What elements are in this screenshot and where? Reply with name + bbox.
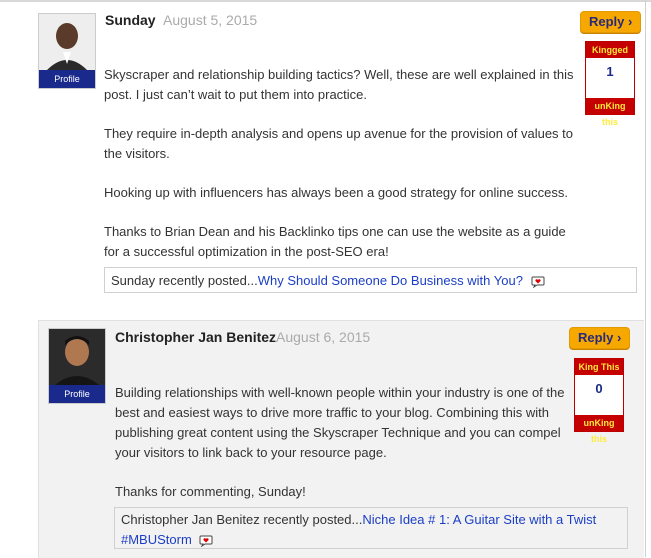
avatar-sunday[interactable]: Profile (38, 13, 96, 89)
comment-date[interactable]: August 6, 2015 (276, 329, 370, 345)
king-widget: King This 0 unKing this (574, 358, 624, 444)
recent-prefix: Sunday recently posted... (111, 273, 258, 288)
profile-button[interactable]: Profile (49, 385, 105, 403)
kingged-label[interactable]: Kingged (586, 42, 634, 58)
recent-post-link[interactable]: Why Should Someone Do Business with You? (258, 273, 523, 288)
king-count: 1 (606, 64, 614, 79)
king-count: 0 (595, 381, 603, 396)
recent-prefix: Christopher Jan Benitez recently posted.… (121, 512, 363, 527)
comment-author[interactable]: Sunday (105, 12, 156, 28)
reply-button[interactable]: Reply › (569, 327, 631, 349)
heart-speech-icon[interactable] (531, 276, 545, 288)
profile-button[interactable]: Profile (39, 70, 95, 88)
comment-paragraph: Skyscraper and relationship building tac… (104, 67, 574, 102)
unking-button[interactable]: unKing this (575, 415, 623, 444)
comment-paragraph: Building relationships with well-known p… (115, 385, 565, 460)
heart-speech-icon[interactable] (199, 535, 213, 547)
comment-body: Building relationships with well-known p… (115, 383, 575, 521)
avatar-photo-icon (39, 14, 95, 70)
comment-paragraph: Thanks to Brian Dean and his Backlinko t… (104, 224, 566, 259)
comment-date[interactable]: August 5, 2015 (163, 12, 257, 28)
unking-button[interactable]: unKing this (586, 98, 634, 127)
king-this-button[interactable]: King This (575, 359, 623, 375)
avatar-photo-icon (49, 329, 105, 385)
top-divider (0, 0, 651, 2)
recently-posted: Sunday recently posted...Why Should Some… (104, 267, 637, 293)
king-widget: Kingged 1 unKing this (585, 41, 635, 127)
comment-paragraph: They require in-depth analysis and opens… (104, 126, 574, 161)
comment-paragraph: Hooking up with influencers has always b… (104, 185, 568, 200)
avatar-christopher[interactable]: Profile (48, 328, 106, 404)
reply-button[interactable]: Reply › (580, 11, 642, 33)
comment-body: Skyscraper and relationship building tac… (104, 65, 584, 281)
recently-posted: Christopher Jan Benitez recently posted.… (114, 507, 628, 549)
right-border (645, 0, 646, 557)
comment-paragraph: Thanks for commenting, Sunday! (115, 484, 306, 499)
comment-author[interactable]: Christopher Jan Benitez (115, 329, 276, 345)
